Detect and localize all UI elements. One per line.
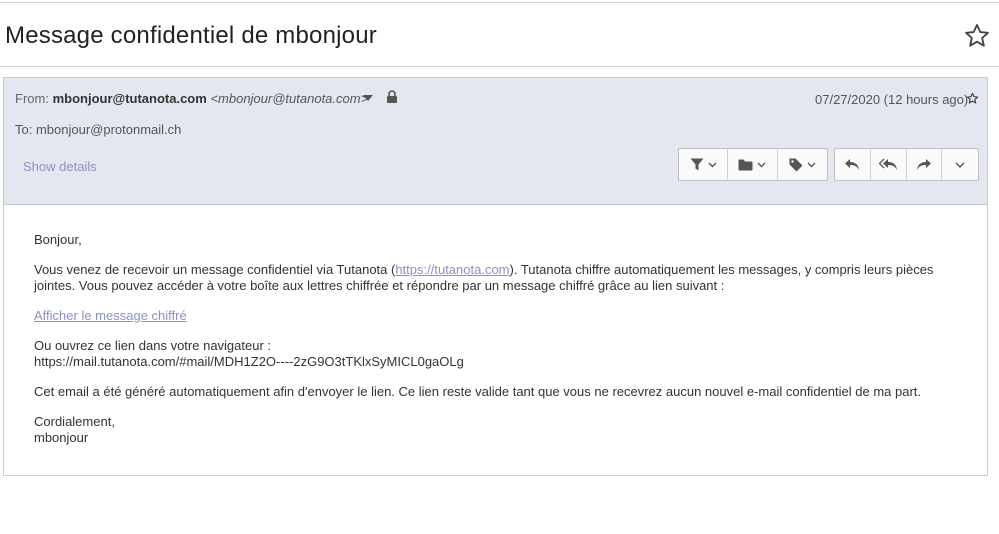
label-button[interactable]	[778, 149, 827, 180]
to-line: To: mbonjour@protonmail.ch	[15, 122, 181, 137]
from-label: From:	[15, 91, 49, 106]
chevron-down-icon	[807, 162, 816, 168]
show-details-link[interactable]: Show details	[23, 159, 97, 174]
chevron-down-icon	[757, 162, 766, 168]
intro-paragraph: Vous venez de recevoir un message confid…	[34, 262, 954, 294]
reply-all-button[interactable]	[871, 149, 907, 180]
signature-name: mbonjour	[34, 430, 89, 445]
lock-icon	[386, 90, 398, 104]
filter-button[interactable]	[679, 149, 729, 180]
caret-down-icon[interactable]	[362, 94, 374, 102]
browser-instruction: Ou ouvrez ce lien dans votre navigateur …	[34, 338, 272, 353]
star-icon[interactable]	[966, 92, 979, 105]
more-actions-button[interactable]	[942, 149, 978, 180]
reply-all-icon	[878, 158, 898, 171]
from-line: From: mbonjour@tutanota.com <mbonjour@tu…	[15, 91, 368, 106]
more-chevron-icon	[955, 162, 965, 168]
browser-link-paragraph: Ou ouvrez ce lien dans votre navigateur …	[34, 338, 954, 370]
tutanota-link[interactable]: https://tutanota.com	[395, 262, 509, 277]
subject-bar: Message confidentiel de mbonjour	[0, 3, 999, 67]
message-body: Bonjour, Vous venez de recevoir un messa…	[34, 232, 954, 460]
message-header: From: mbonjour@tutanota.com <mbonjour@tu…	[4, 78, 987, 205]
signature-block: Cordialement, mbonjour	[34, 414, 954, 446]
reply-icon	[844, 158, 860, 171]
greeting: Bonjour,	[34, 232, 82, 247]
filter-icon	[690, 158, 704, 171]
reply-actions	[834, 148, 979, 181]
tag-icon	[789, 158, 803, 172]
star-icon[interactable]	[963, 22, 991, 50]
auto-generated-notice: Cet email a été généré automatiquement a…	[34, 384, 921, 399]
forward-button[interactable]	[907, 149, 943, 180]
to-label: To:	[15, 122, 33, 137]
folder-icon	[738, 159, 753, 171]
browser-url: https://mail.tutanota.com/#mail/MDH1Z2O-…	[34, 354, 464, 369]
move-folder-button[interactable]	[728, 149, 778, 180]
sender-name[interactable]: mbonjour@tutanota.com	[53, 91, 207, 106]
message-date: 07/27/2020 (12 hours ago)	[815, 92, 969, 107]
intro-text-before: Vous venez de recevoir un message confid…	[34, 262, 396, 277]
forward-icon	[916, 158, 932, 171]
closing: Cordialement,	[34, 414, 115, 429]
view-encrypted-message-link[interactable]: Afficher le message chiffré	[34, 308, 187, 323]
organize-actions	[678, 148, 828, 181]
view-message-paragraph: Afficher le message chiffré	[34, 308, 954, 324]
subject-title: Message confidentiel de mbonjour	[5, 22, 377, 49]
chevron-down-icon	[708, 162, 717, 168]
message-card: From: mbonjour@tutanota.com <mbonjour@tu…	[3, 77, 988, 476]
recipient-address[interactable]: mbonjour@protonmail.ch	[36, 122, 181, 137]
reply-button[interactable]	[835, 149, 871, 180]
sender-address[interactable]: <mbonjour@tutanota.com>	[210, 91, 368, 106]
